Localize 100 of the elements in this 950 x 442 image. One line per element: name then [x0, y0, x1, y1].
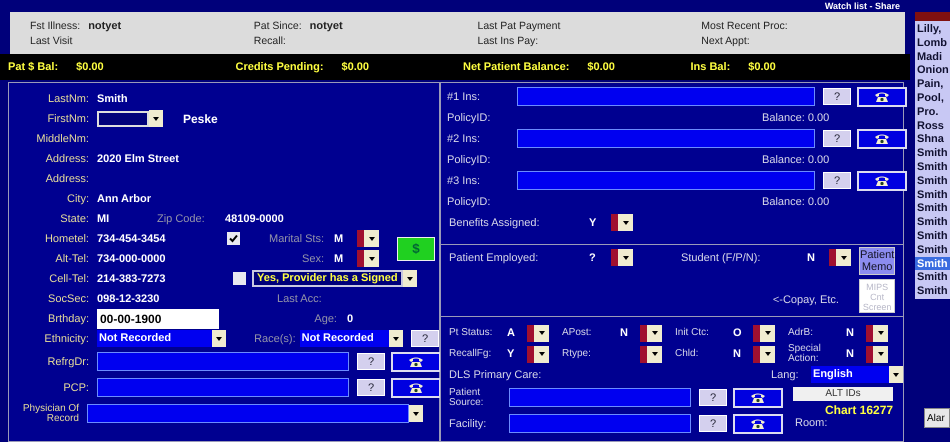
help-button[interactable]: ? — [699, 389, 727, 406]
race-dropdown[interactable]: Not Recorded — [300, 330, 389, 347]
patient-list-item[interactable]: Smith — [915, 228, 950, 243]
field-value: N — [733, 348, 742, 360]
field-value: ? — [589, 252, 597, 264]
summary-label: Last Pat Payment — [478, 20, 560, 32]
field-label: Marital Sts: — [268, 232, 326, 244]
field-value: Smith — [97, 92, 128, 104]
patient-list-item[interactable]: Lomb — [915, 36, 950, 50]
field-label: Rtype: — [561, 349, 592, 359]
field-label: Init Ctc: — [674, 328, 710, 338]
field-label: Room: — [795, 416, 828, 430]
balance-label: Pat $ Bal: — [8, 61, 58, 73]
field-label: Sex: — [301, 252, 326, 264]
field-label: Hometel: — [44, 232, 90, 244]
balance-text: Balance: 0.00 — [762, 196, 830, 208]
field-label: Address: — [44, 172, 90, 184]
patient-list-item[interactable]: Lilly, — [915, 22, 950, 36]
patient-list-item[interactable]: Smith — [915, 174, 950, 188]
summary-label: Pat Since: — [254, 20, 302, 32]
field-value: A — [507, 327, 516, 339]
balance-value: $0.00 — [748, 61, 776, 73]
field-label: #2 Ins: — [446, 132, 482, 144]
field-value: M — [334, 252, 344, 264]
field-value: MI — [97, 212, 110, 224]
field-label: MiddleNm: — [35, 132, 90, 144]
patient-list-item[interactable]: Smith — [915, 188, 950, 202]
field-label: Zip Code: — [157, 212, 206, 224]
patient-list-item[interactable]: Madi — [915, 50, 950, 64]
patient-list-item[interactable]: Pool, — [915, 90, 950, 105]
field-value: 734-000-0000 — [97, 252, 167, 264]
patient-list-item[interactable]: Pro. — [915, 104, 950, 119]
patient-list-item[interactable]: Pain, — [915, 77, 950, 91]
summary-value: notyet — [88, 20, 122, 32]
field-label: City: — [66, 192, 90, 204]
field-label: Patient Employed: — [448, 252, 540, 264]
help-button[interactable]: ? — [823, 130, 851, 147]
field-label: Lang: — [771, 368, 800, 380]
patient-list-item[interactable]: Smith — [915, 242, 950, 257]
patient-list-item[interactable]: Smith — [915, 160, 950, 174]
patient-list-item[interactable]: Smith — [915, 215, 950, 229]
field-label: Brthday: — [47, 312, 90, 324]
field-label: Ethnicity: — [43, 332, 90, 344]
patient-list-item[interactable]: Smith — [915, 146, 950, 160]
help-button[interactable]: ? — [699, 415, 727, 432]
summary-label: Most Recent Proc: — [701, 20, 788, 32]
field-label: Facility: — [448, 418, 488, 430]
field-value: 0 — [347, 312, 354, 324]
copay-note: <-Copay, Etc. — [772, 294, 839, 306]
balance-value: $0.00 — [587, 61, 615, 73]
alt-ids-button[interactable]: ALT IDs — [793, 386, 893, 400]
patient-list-item[interactable]: Smith — [915, 256, 950, 270]
field-value: 734-454-3454 — [97, 232, 167, 244]
field-label: Special Action: — [787, 344, 822, 364]
field-value: Y — [507, 348, 516, 360]
field-value: Peske — [183, 112, 218, 126]
patient-memo-button[interactable]: Patient Memo — [859, 247, 896, 275]
field-value: N — [846, 327, 855, 339]
side-button[interactable]: Alar — [924, 408, 950, 428]
summary-label: Next Appt: — [701, 34, 750, 46]
summary-value: notyet — [310, 20, 343, 32]
field-value: 2020 Elm Street — [97, 152, 179, 164]
patient-list-item[interactable]: Smith — [915, 201, 950, 216]
field-label: PolicyID: — [446, 112, 492, 124]
balance-text: Balance: 0.00 — [762, 112, 830, 124]
field-label: Pt Status: — [448, 328, 494, 338]
patient-list-item[interactable]: Smith — [915, 270, 950, 284]
field-label: RefrgDr: — [46, 356, 90, 368]
help-button[interactable]: ? — [357, 353, 385, 370]
field-label: SocSec: — [47, 292, 90, 304]
field-value: 214-383-7273 — [97, 272, 167, 284]
field-value: Y — [589, 216, 598, 228]
field-label: Age: — [313, 312, 338, 324]
field-value: O — [733, 327, 743, 339]
ethnicity-dropdown[interactable]: Not Recorded — [97, 330, 212, 347]
help-button[interactable]: ? — [823, 172, 851, 189]
birthday-field[interactable]: 00-00-1900 — [97, 308, 219, 328]
help-button[interactable]: ? — [357, 379, 385, 396]
patient-list-item[interactable]: Smith — [915, 284, 950, 298]
field-value: N — [807, 252, 816, 264]
field-label: AdrB: — [787, 328, 814, 338]
field-value: 48109-0000 — [225, 212, 284, 224]
consent-dropdown[interactable]: Yes, Provider has a Signed — [252, 270, 403, 287]
field-label: Address: — [44, 152, 90, 164]
patient-list-item[interactable]: Ross — [915, 118, 950, 132]
help-button[interactable]: ? — [823, 88, 851, 105]
field-label: #3 Ins: — [446, 174, 482, 186]
field-label: Alt-Tel: — [54, 252, 90, 264]
field-label: Physician Of Record — [22, 404, 80, 424]
field-label: DLS Primary Care: — [448, 368, 542, 380]
help-button[interactable]: ? — [411, 330, 439, 347]
field-value: M — [334, 232, 344, 244]
field-label: FirstNm: — [46, 112, 90, 124]
summary-label: Last Visit — [30, 34, 72, 46]
language-dropdown[interactable]: English — [811, 366, 889, 383]
patient-list-item[interactable]: Shna — [915, 132, 950, 146]
balance-label: Ins Bal: — [690, 61, 730, 73]
field-label: #1 Ins: — [446, 90, 482, 102]
field-label: Race(s): — [253, 332, 297, 344]
patient-list-item[interactable]: Onion — [915, 63, 950, 78]
